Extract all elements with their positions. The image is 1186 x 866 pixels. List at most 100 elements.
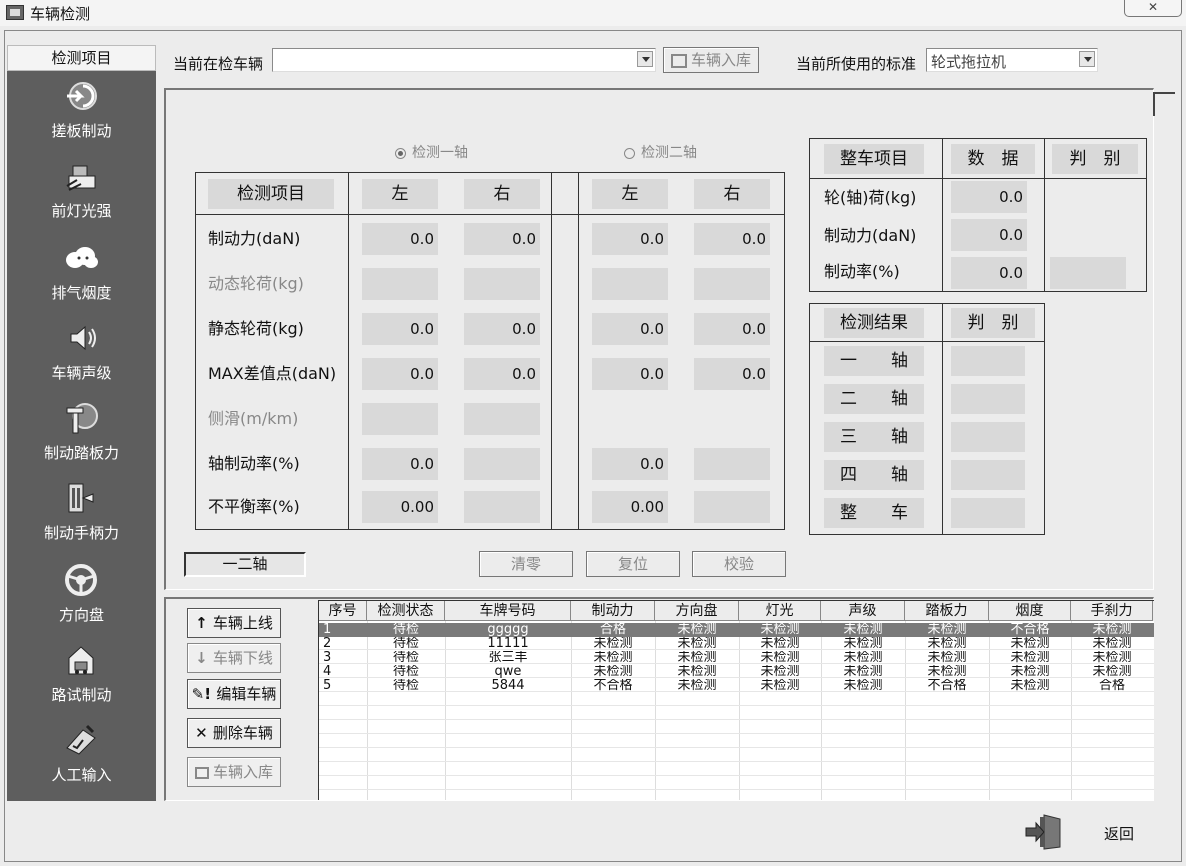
col-status[interactable]: 检测状态 xyxy=(367,601,445,621)
cell-plate: 11111 xyxy=(487,637,529,651)
sidebar-item-hand-brake[interactable]: 制动手柄力 xyxy=(7,480,156,560)
axle1-right-brake-force: 0.0 xyxy=(464,223,540,255)
row-label-static-load: 静态轮荷(kg) xyxy=(208,319,304,338)
cell-status: 待检 xyxy=(392,637,419,651)
col-plate[interactable]: 车牌号码 xyxy=(445,601,571,621)
row-label-brake-force: 制动力(daN) xyxy=(208,229,301,248)
sidebar-item-label: 前灯光强 xyxy=(51,202,112,220)
sidebar-item-brake-plate[interactable]: 搓板制动 xyxy=(7,78,156,158)
exit-door-icon xyxy=(1025,814,1061,850)
col-index[interactable]: 序号 xyxy=(319,601,367,621)
vehicle-offline-label: 车辆下线 xyxy=(212,649,273,667)
cell-lights: 未检测 xyxy=(760,637,800,651)
col-sound[interactable]: 声级 xyxy=(821,601,905,621)
current-vehicle-select[interactable] xyxy=(272,48,656,72)
col-steering[interactable]: 方向盘 xyxy=(655,601,739,621)
cell-sound: 未检测 xyxy=(843,623,883,637)
calibrate-button[interactable]: 校验 xyxy=(692,551,786,577)
vehicle-summary-table: 整车项目 数 据 判 别 轮(轴)荷(kg) 0.0 制动力(daN) 0.0 … xyxy=(809,138,1147,292)
edit-icon: ✎! xyxy=(191,685,217,703)
table-row[interactable]: 5 待检 5844 不合格 未检测 未检测 未检测 不合格 未检测 合格 xyxy=(319,679,1154,693)
corner-marker xyxy=(1153,92,1175,116)
table-row[interactable]: 2 待检 11111 未检测 未检测 未检测 未检测 未检测 未检测 未检测 xyxy=(319,637,1154,651)
axle1-right-side-slip xyxy=(464,403,540,435)
cell-pedal-force: 不合格 xyxy=(927,679,967,693)
delete-vehicle-label: 删除车辆 xyxy=(212,724,273,742)
sidebar-header: 检测项目 xyxy=(7,45,156,71)
result-header-item: 检测结果 xyxy=(824,308,924,338)
sidebar-item-headlight[interactable]: 前灯光强 xyxy=(7,158,156,238)
cell-index: 5 xyxy=(323,679,332,693)
axle1-left-brake-force: 0.0 xyxy=(362,223,438,255)
test-table: 检测项目 左 右 左 右 制动力(daN) 0.0 0.0 0.0 0.0 动态… xyxy=(195,172,785,530)
radio-checked-icon xyxy=(395,147,406,159)
cell-index: 2 xyxy=(323,637,332,651)
store-vehicle-label: 车辆入库 xyxy=(212,763,273,781)
current-vehicle-label: 当前在检车辆 xyxy=(173,55,264,73)
result-vehicle: 整 车 xyxy=(824,498,924,528)
row-label-axle-brake-rate: 轴制动率(%) xyxy=(208,454,300,473)
cell-plate: ggggg xyxy=(487,623,529,637)
axle1-brake-rate: 0.0 xyxy=(362,448,438,480)
grid-row-line xyxy=(319,747,1154,748)
table-row[interactable]: 4 待检 qwe 未检测 未检测 未检测 未检测 未检测 未检测 未检测 xyxy=(319,665,1154,679)
exhaust-smoke-icon xyxy=(66,247,98,268)
sidebar-item-sound[interactable]: 车辆声级 xyxy=(7,320,156,400)
clear-button[interactable]: 清零 xyxy=(479,551,573,577)
sidebar-item-steering[interactable]: 方向盘 xyxy=(7,562,156,642)
axle2-label: 检测二轴 xyxy=(641,145,697,161)
col-smoke[interactable]: 烟度 xyxy=(989,601,1071,621)
standard-label: 当前所使用的标准 xyxy=(796,55,917,73)
sidebar-item-exhaust[interactable]: 排气烟度 xyxy=(7,240,156,320)
edit-vehicle-button[interactable]: ✎! 编辑车辆 xyxy=(187,679,281,709)
axle1-radio[interactable]: 检测一轴 xyxy=(395,142,468,162)
back-label[interactable]: 返回 xyxy=(1104,823,1134,844)
cell-brake-force: 未检测 xyxy=(593,637,633,651)
axle2-right-dynamic-load xyxy=(694,268,770,300)
table-row[interactable]: 1 待检 ggggg 合格 未检测 未检测 未检测 未检测 不合格 未检测 xyxy=(319,623,1154,637)
col-handbrake[interactable]: 手刹力 xyxy=(1071,601,1153,621)
reset-button[interactable]: 复位 xyxy=(586,551,680,577)
cell-sound: 未检测 xyxy=(843,665,883,679)
axle2-right-static-load: 0.0 xyxy=(694,313,770,345)
standard-select[interactable]: 轮式拖拉机 xyxy=(926,48,1098,72)
result-header-judge: 判 别 xyxy=(951,308,1035,338)
chevron-down-icon[interactable] xyxy=(1079,51,1095,67)
store-vehicle-button[interactable]: 车辆入库 xyxy=(187,757,281,787)
result-axle-1: 一 轴 xyxy=(824,346,924,376)
cell-pedal-force: 未检测 xyxy=(927,637,967,651)
cell-steering: 未检测 xyxy=(677,679,717,693)
axle2-radio[interactable]: 检测二轴 xyxy=(624,142,697,162)
summary-label-brake-force: 制动力(daN) xyxy=(824,226,917,245)
sidebar-item-road-test[interactable]: 路试制动 xyxy=(7,642,156,722)
axle1-left-side-slip xyxy=(362,403,438,435)
delete-vehicle-button[interactable]: ✕ 删除车辆 xyxy=(187,718,281,748)
vehicle-offline-button[interactable]: ↓ 车辆下线 xyxy=(187,643,281,673)
table-row[interactable]: 3 待检 张三丰 未检测 未检测 未检测 未检测 未检测 未检测 未检测 xyxy=(319,651,1154,665)
grid-row-line xyxy=(319,775,1154,776)
chevron-down-icon[interactable] xyxy=(637,51,653,67)
header-left-axle1: 左 xyxy=(362,179,438,209)
axle2-left-brake-force: 0.0 xyxy=(592,223,668,255)
vehicle-grid[interactable]: 序号 检测状态 车牌号码 制动力 方向盘 灯光 声级 踏板力 烟度 手刹力 1 待… xyxy=(318,600,1154,800)
store-icon xyxy=(194,766,209,779)
sidebar-item-manual-input[interactable]: 人工输入 xyxy=(7,722,156,802)
sidebar-item-brake-pedal[interactable]: 制动踏板力 xyxy=(7,400,156,480)
cell-index: 4 xyxy=(323,665,332,679)
col-pedal-force[interactable]: 踏板力 xyxy=(905,601,989,621)
cell-smoke: 未检测 xyxy=(1010,665,1050,679)
cell-handbrake: 未检测 xyxy=(1092,623,1132,637)
result-judge-axle-4 xyxy=(951,460,1025,490)
row-label-dynamic-load: 动态轮荷(kg) xyxy=(208,274,304,293)
result-judge-axle-1 xyxy=(951,346,1025,376)
cell-handbrake: 未检测 xyxy=(1092,665,1132,679)
axle2-imbalance-blank xyxy=(694,491,770,523)
col-lights[interactable]: 灯光 xyxy=(739,601,821,621)
close-button[interactable]: ✕ xyxy=(1124,0,1182,17)
store-vehicle-button-top[interactable]: 车辆入库 xyxy=(663,47,759,73)
vehicle-online-button[interactable]: ↑ 车辆上线 xyxy=(187,608,281,638)
back-button[interactable] xyxy=(1024,813,1064,851)
summary-label-load: 轮(轴)荷(kg) xyxy=(824,188,917,207)
col-brake-force[interactable]: 制动力 xyxy=(571,601,655,621)
axle2-brake-rate: 0.0 xyxy=(592,448,668,480)
